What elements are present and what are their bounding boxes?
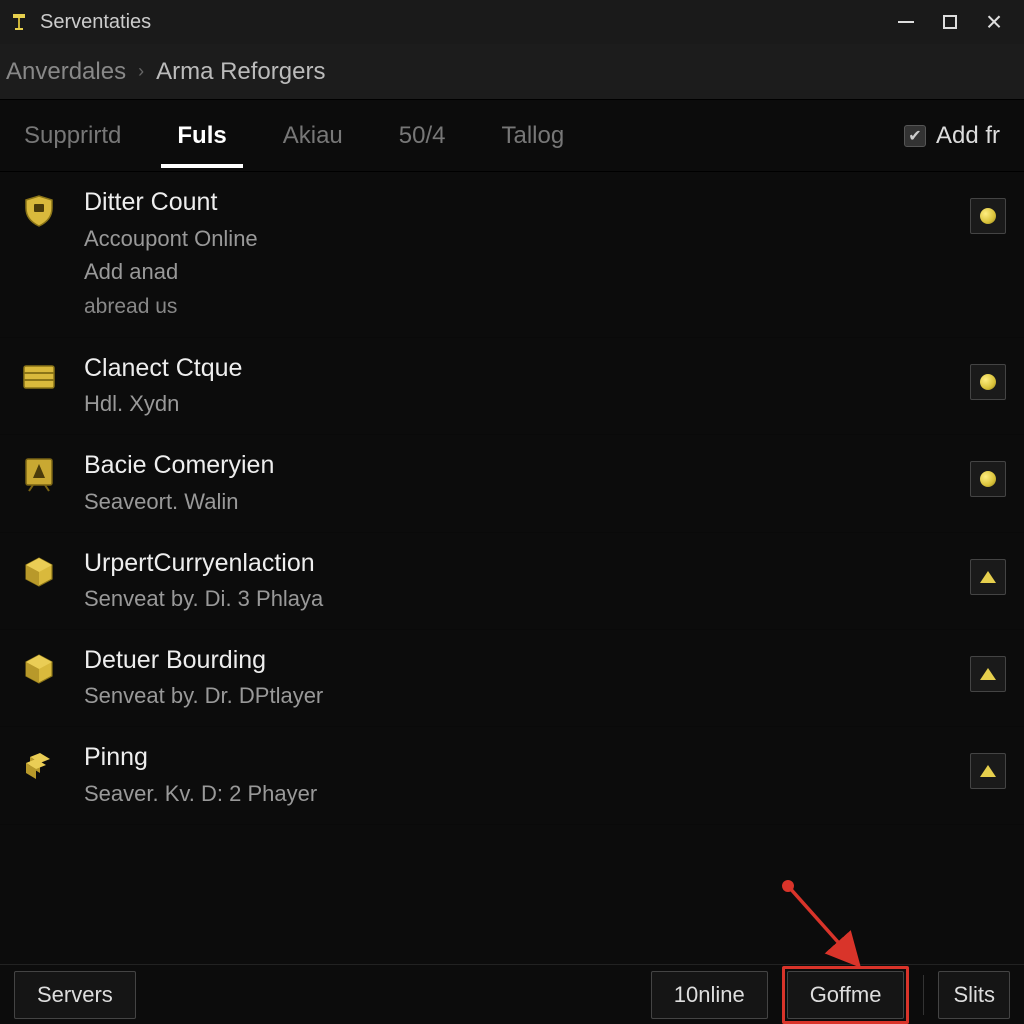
- servers-button[interactable]: Servers: [14, 971, 136, 1019]
- arrow-up-icon: [980, 571, 996, 583]
- tab-supprirtd[interactable]: Supprirtd: [24, 104, 121, 168]
- server-subtitle: Add anad: [84, 256, 946, 288]
- status-badge[interactable]: [970, 559, 1006, 595]
- arrow-up-icon: [980, 765, 996, 777]
- bottom-bar: Servers 10nline Goffme Slits: [0, 964, 1024, 1024]
- status-dot-icon: [980, 208, 996, 224]
- tab-counter[interactable]: 50/4: [399, 104, 446, 168]
- server-title: Ditter Count: [84, 186, 946, 219]
- list-item-body: Pinng Seaver. Kv. D: 2 Phayer: [84, 741, 946, 809]
- add-button-label: Add fr: [936, 122, 1000, 150]
- server-subtitle: Senveat by. Di. 3 Phlaya: [84, 583, 946, 615]
- status-badge[interactable]: [970, 364, 1006, 400]
- window-title: Serventaties: [40, 11, 151, 34]
- server-subtitle: Seaver. Kv. D: 2 Phayer: [84, 778, 946, 810]
- annotation-highlight: Goffme: [782, 966, 910, 1024]
- server-title: Clanect Ctque: [84, 352, 946, 385]
- server-subtitle: Senveat by. Dr. DPtlayer: [84, 680, 946, 712]
- slits-button[interactable]: Slits: [938, 971, 1010, 1019]
- app-window: Serventaties × Anverdales › Arma Reforge…: [0, 0, 1024, 1024]
- list-item-body: Clanect Ctque Hdl. Xydn: [84, 352, 946, 420]
- status-badge[interactable]: [970, 753, 1006, 789]
- list-item[interactable]: Detuer Bourding Senveat by. Dr. DPtlayer: [0, 630, 1024, 727]
- server-subtitle: abread us: [84, 292, 946, 322]
- list-item[interactable]: Ditter Count Accoupont Online Add anad a…: [0, 172, 1024, 338]
- server-title: UrpertCurryenlaction: [84, 547, 946, 580]
- tab-akiau[interactable]: Akiau: [283, 104, 343, 168]
- arrow-up-icon: [980, 668, 996, 680]
- app-icon: [8, 11, 30, 33]
- list-item[interactable]: Clanect Ctque Hdl. Xydn: [0, 338, 1024, 435]
- minimize-button[interactable]: [884, 0, 928, 44]
- status-dot-icon: [980, 471, 996, 487]
- add-button[interactable]: ✔ Add fr: [904, 122, 1000, 150]
- chips-icon: [18, 745, 60, 787]
- list-item-body: Bacie Comeryien Seaveort. Walin: [84, 449, 946, 517]
- server-subtitle: Seaveort. Walin: [84, 486, 946, 518]
- cube-icon: [18, 648, 60, 690]
- breadcrumb-item[interactable]: Anverdales: [6, 58, 126, 86]
- breadcrumb: Anverdales › Arma Reforgers: [0, 44, 1024, 100]
- maximize-button[interactable]: [928, 0, 972, 44]
- shield-icon: [18, 190, 60, 232]
- list-item[interactable]: Pinng Seaver. Kv. D: 2 Phayer: [0, 727, 1024, 824]
- server-title: Bacie Comeryien: [84, 449, 946, 482]
- breadcrumb-item[interactable]: Arma Reforgers: [156, 58, 325, 86]
- list-item-body: UrpertCurryenlaction Senveat by. Di. 3 P…: [84, 547, 946, 615]
- frame-icon: [18, 453, 60, 495]
- list-item-body: Ditter Count Accoupont Online Add anad a…: [84, 186, 946, 323]
- status-dot-icon: [980, 374, 996, 390]
- tab-tallog[interactable]: Tallog: [502, 104, 565, 168]
- list-item[interactable]: Bacie Comeryien Seaveort. Walin: [0, 435, 1024, 532]
- close-button[interactable]: ×: [972, 0, 1016, 44]
- status-badge[interactable]: [970, 198, 1006, 234]
- tab-fuls[interactable]: Fuls: [177, 104, 226, 168]
- server-title: Pinng: [84, 741, 946, 774]
- server-list: Ditter Count Accoupont Online Add anad a…: [0, 172, 1024, 964]
- server-subtitle: Hdl. Xydn: [84, 388, 946, 420]
- status-badge[interactable]: [970, 461, 1006, 497]
- tabs-row: Supprirtd Fuls Akiau 50/4 Tallog ✔ Add f…: [0, 100, 1024, 172]
- cube-icon: [18, 551, 60, 593]
- server-title: Detuer Bourding: [84, 644, 946, 677]
- status-badge[interactable]: [970, 656, 1006, 692]
- online-button[interactable]: 10nline: [651, 971, 768, 1019]
- server-subtitle: Accoupont Online: [84, 223, 946, 255]
- divider: [923, 975, 924, 1015]
- list-item[interactable]: UrpertCurryenlaction Senveat by. Di. 3 P…: [0, 533, 1024, 630]
- chevron-right-icon: ›: [138, 61, 144, 82]
- crate-icon: [18, 356, 60, 398]
- titlebar: Serventaties ×: [0, 0, 1024, 44]
- checkbox-icon: ✔: [904, 125, 926, 147]
- list-item-body: Detuer Bourding Senveat by. Dr. DPtlayer: [84, 644, 946, 712]
- goffme-button[interactable]: Goffme: [787, 971, 905, 1019]
